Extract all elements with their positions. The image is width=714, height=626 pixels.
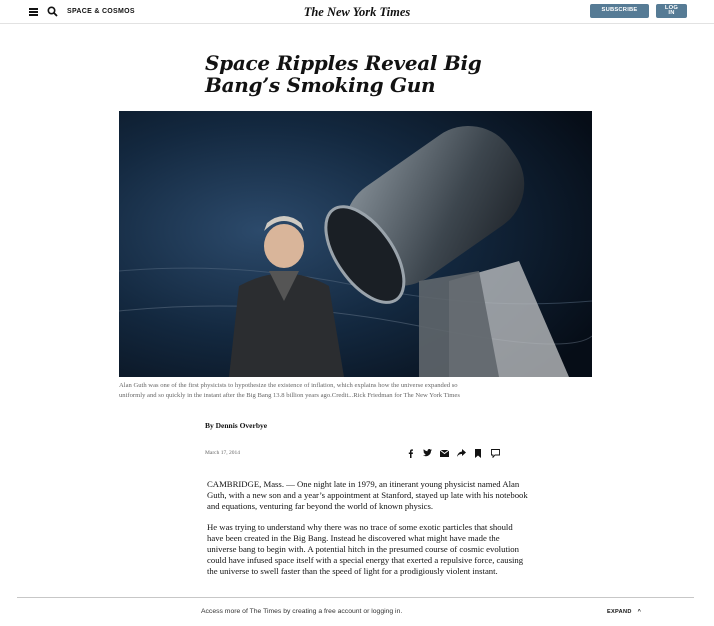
chevron-up-icon: ^ bbox=[637, 609, 642, 615]
footer-message[interactable]: Access more of The Times by creating a f… bbox=[201, 608, 402, 615]
twitter-icon[interactable] bbox=[422, 448, 432, 458]
email-icon[interactable] bbox=[439, 448, 449, 458]
body-paragraph: CAMBRIDGE, Mass. — One night late in 197… bbox=[207, 479, 528, 511]
article-headline: Space Ripples Reveal Big Bang’s Smoking … bbox=[205, 51, 482, 97]
registration-footer-bar: Access more of The Times by creating a f… bbox=[17, 597, 694, 626]
bookmark-icon[interactable] bbox=[473, 448, 483, 458]
byline[interactable]: By Dennis Overbye bbox=[205, 421, 267, 430]
publish-date: March 17, 2014 bbox=[205, 450, 240, 456]
body-paragraph: He was trying to understand why there wa… bbox=[207, 522, 524, 576]
facebook-icon[interactable] bbox=[405, 448, 415, 458]
photo-caption: Alan Guth was one of the first physicist… bbox=[119, 382, 460, 399]
telescope-photo-illustration bbox=[119, 111, 592, 377]
comment-icon[interactable] bbox=[490, 448, 500, 458]
article-body: CAMBRIDGE, Mass. — One night late in 197… bbox=[207, 479, 529, 587]
expand-label: EXPAND bbox=[607, 609, 632, 615]
article-photo bbox=[119, 111, 592, 377]
share-toolbar bbox=[405, 448, 500, 458]
expand-button[interactable]: EXPAND ^ bbox=[607, 609, 641, 615]
share-icon[interactable] bbox=[456, 448, 466, 458]
article-viewport: Space Ripples Reveal Big Bang’s Smoking … bbox=[0, 0, 714, 595]
